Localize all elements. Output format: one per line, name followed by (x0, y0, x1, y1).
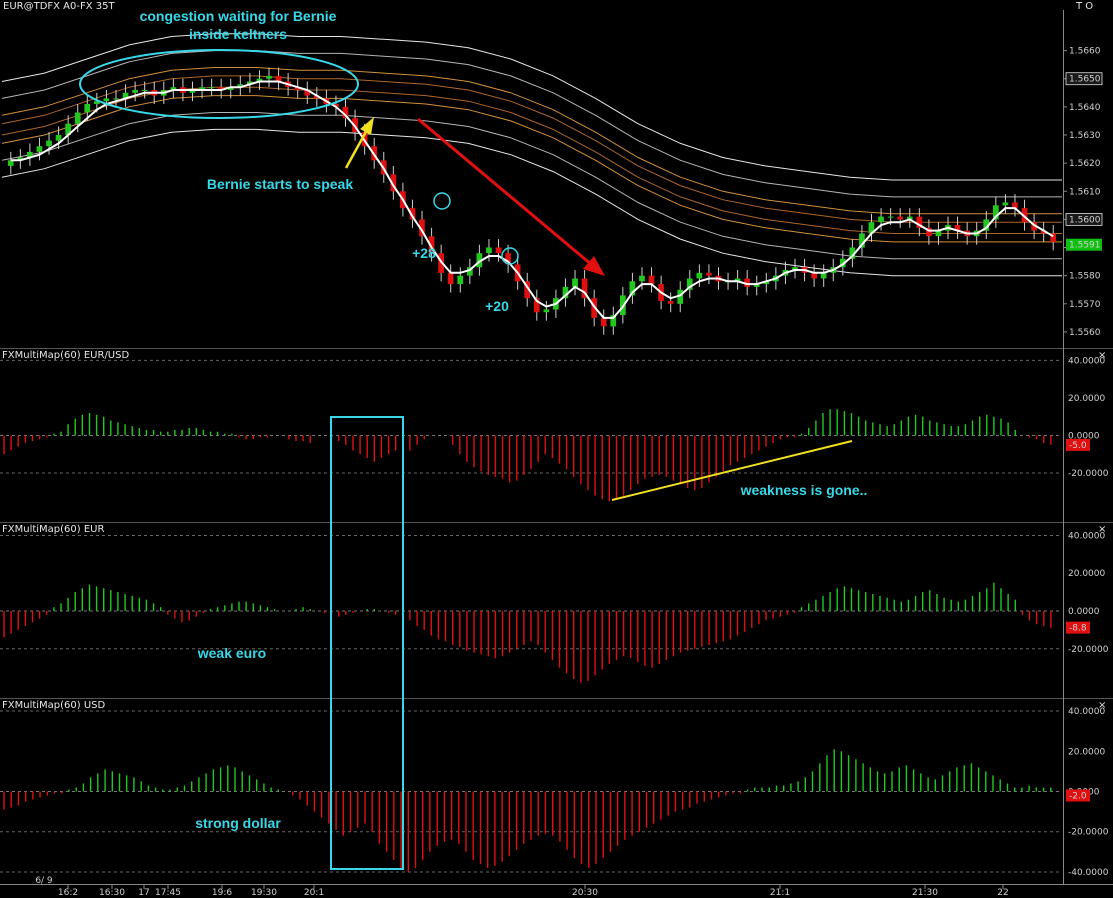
time-axis-label: 17 (138, 888, 149, 898)
candle-up (55, 135, 62, 141)
candle-down (447, 272, 454, 285)
candle-up (84, 104, 91, 113)
indicator-axis-label: 0.0000 (1068, 607, 1100, 617)
moving-average-line (10, 80, 1054, 319)
price-axis-label: 1.5560 (1069, 328, 1101, 338)
candle-up (113, 98, 119, 100)
keltner-band-line (1, 67, 1062, 215)
candle-up (878, 216, 884, 223)
time-axis-label: 19:30 (251, 888, 277, 898)
indicator-axis-label: 20.0000 (1068, 394, 1105, 404)
price-axis-label: 1.5640 (1069, 103, 1101, 113)
candle-down (600, 317, 607, 327)
candle-up (887, 216, 894, 218)
price-axis-label: 1.5580 (1069, 272, 1101, 282)
indicator-axis-label: 40.0000 (1068, 707, 1105, 717)
annotation-weak-euro: weak euro (197, 645, 266, 661)
chart-canvas: EUR@TDFX A0-FX 35T T O × × × FXMultiMap(… (0, 1, 1113, 898)
price-axis-label: 1.5610 (1069, 187, 1101, 197)
annotation-strong-dollar: strong dollar (195, 815, 281, 831)
candle-up (141, 90, 148, 91)
candle-up (266, 75, 272, 79)
annotation-plus28: +28 (412, 245, 436, 261)
price-panel (1, 33, 1062, 335)
indicator-axis-label: -20.0000 (1068, 828, 1109, 838)
congestion-ellipse (79, 49, 359, 119)
current-value-label: -5.0 (1069, 441, 1087, 451)
indicator-title-eurusd: FXMultiMap(60) EUR/USD (2, 350, 129, 361)
indicator-title-usd: FXMultiMap(60) USD (2, 700, 106, 711)
candle-up (457, 275, 464, 285)
time-axis-label: 6/ 9 (35, 876, 53, 886)
candle-up (208, 87, 215, 89)
panel-frames (0, 10, 1113, 885)
annotation-weakness: weakness is gone.. (740, 482, 868, 498)
time-axis-label: 19:6 (212, 888, 232, 898)
chart-title: EUR@TDFX A0-FX 35T (3, 1, 115, 12)
time-axis-label: 21:1 (770, 888, 790, 898)
indicator-axis-label: 40.0000 (1068, 531, 1105, 541)
time-axis-label: 20:30 (572, 888, 598, 898)
annotation-bernie: Bernie starts to speak (207, 176, 353, 192)
candle-down (706, 272, 712, 276)
indicator-axis-label: -20.0000 (1068, 469, 1109, 479)
price-axis-label: 1.5630 (1069, 131, 1101, 141)
candle-up (46, 140, 52, 147)
candle-up (572, 278, 578, 287)
candle-down (495, 247, 502, 254)
candle-up (543, 309, 550, 313)
annotation-congestion: congestion waiting for Bernie (140, 8, 337, 24)
candle-down (667, 301, 674, 304)
candle-up (103, 98, 110, 102)
red-arrow-shaft (417, 117, 593, 267)
indicator-axis-label: -20.0000 (1068, 645, 1109, 655)
indicator-axis-label: -40.0000 (1068, 868, 1109, 878)
candle-up (1002, 202, 1009, 206)
time-axis-label: 22 (997, 888, 1008, 898)
highlight-box (330, 416, 404, 870)
price-axis-label: 1.5660 (1069, 47, 1101, 57)
candle-up (639, 275, 645, 282)
header-right-label: T O (1075, 1, 1093, 12)
candle-down (897, 216, 903, 220)
keltner-band-line (1, 75, 1062, 223)
indicator-title-eur: FXMultiMap(60) EUR (2, 524, 104, 535)
indicator-axis-label: 40.0000 (1068, 356, 1105, 366)
price-axis-label: 1.5620 (1069, 159, 1101, 169)
axes: 1.5660 1.5650 1.5640 1.5630 1.5620 1.5610 1.56… (35, 47, 1108, 898)
candle-up (36, 146, 43, 152)
price-tag-label: 1.5591 (1069, 241, 1101, 251)
candle-up (132, 90, 138, 93)
indicator-axis-label: 20.0000 (1068, 569, 1105, 579)
keltner-band-line (1, 128, 1062, 277)
candle-down (648, 275, 655, 285)
cyan-circle-1 (433, 192, 451, 210)
time-axis-label: 20:1 (304, 888, 324, 898)
price-tag-label: 1.5650 (1069, 75, 1101, 85)
candle-up (74, 112, 81, 124)
current-value-label: -8.8 (1069, 624, 1087, 634)
candle-up (486, 247, 492, 254)
time-axis-label: 16:2 (58, 888, 78, 898)
indicator-panels (0, 359, 1062, 873)
time-axis-label: 21:30 (912, 888, 938, 898)
price-axis-label: 1.5570 (1069, 300, 1101, 310)
current-value-label: -2.0 (1069, 792, 1087, 802)
time-axis-label: 16:30 (99, 888, 125, 898)
price-tag-label: 1.5600 (1069, 215, 1101, 225)
annotation-keltners: inside keltners (189, 26, 287, 42)
annotation-plus20: +20 (485, 298, 509, 314)
time-axis-label: 17:45 (155, 888, 181, 898)
candle-up (696, 272, 703, 279)
indicator-axis-label: 20.0000 (1068, 747, 1105, 757)
